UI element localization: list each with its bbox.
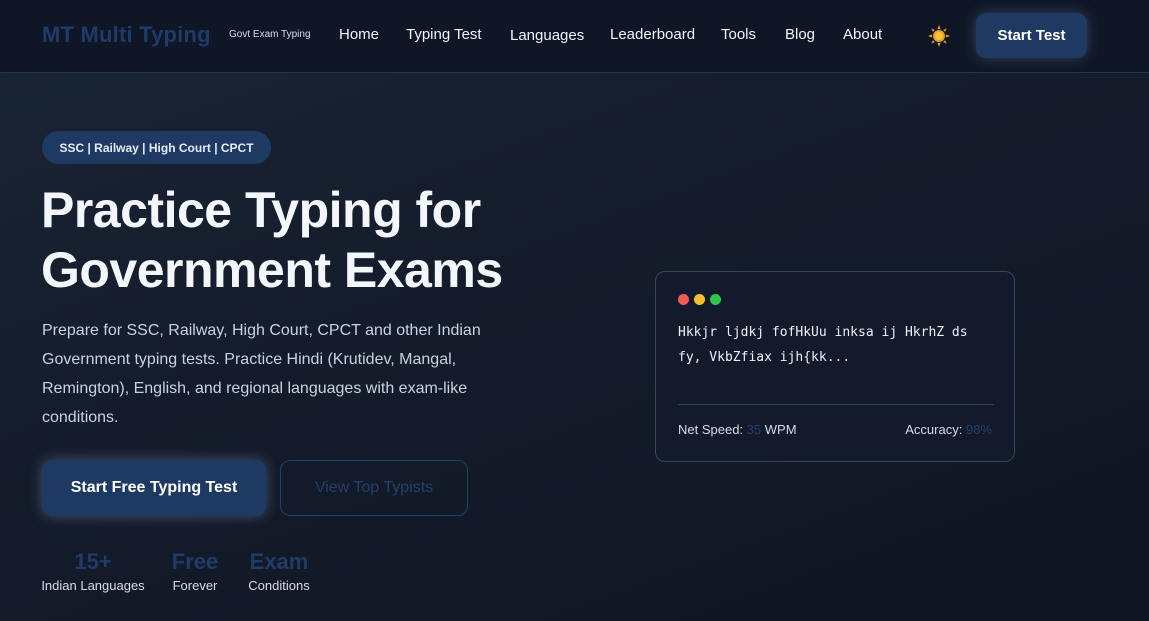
stat-label: Forever	[172, 578, 218, 593]
sun-icon[interactable]	[928, 25, 950, 47]
exam-badge: SSC | Railway | High Court | CPCT	[42, 131, 271, 164]
window-dot-red	[678, 294, 689, 305]
net-speed-label: Net Speed:	[678, 422, 744, 437]
hero-description: Prepare for SSC, Railway, High Court, CP…	[42, 322, 481, 426]
nav-link-about[interactable]: About	[843, 26, 882, 43]
nav-link-languages[interactable]: Languages	[510, 27, 584, 44]
hero-title: Practice Typing for Government Exams	[41, 180, 601, 300]
accuracy-stat: Accuracy: 98%	[905, 422, 992, 437]
nav-link-typing-test[interactable]: Typing Test	[406, 26, 482, 43]
hero-title-line-1: Practice Typing for	[41, 182, 481, 238]
window-dot-yellow	[694, 294, 705, 305]
stat-exam: Exam Conditions	[245, 548, 313, 593]
stat-label: Indian Languages	[41, 578, 145, 593]
typing-preview-card: Hkkjr ljdkj fofHkUu inksa ij HkrhZ ds fy…	[655, 271, 1015, 462]
stat-value: Exam	[249, 549, 309, 574]
net-speed-unit: WPM	[764, 422, 797, 437]
net-speed-stat: Net Speed: 35 WPM	[678, 422, 797, 437]
hero-title-line-2: Government Exams	[41, 242, 503, 298]
view-top-typists-button[interactable]: View Top Typists	[280, 460, 468, 516]
stat-languages: 15+ Indian Languages	[41, 548, 145, 593]
nav-link-blog[interactable]: Blog	[785, 26, 815, 43]
start-test-button[interactable]: Start Test	[976, 13, 1087, 58]
nav-link-tools[interactable]: Tools	[721, 26, 756, 43]
preview-typing-text: Hkkjr ljdkj fofHkUu inksa ij HkrhZ ds fy…	[678, 325, 968, 365]
stat-free: Free Forever	[165, 548, 225, 593]
stat-value: Free	[171, 549, 219, 574]
accuracy-label: Accuracy:	[905, 422, 963, 437]
stat-value: 15+	[74, 549, 112, 574]
start-free-test-button[interactable]: Start Free Typing Test	[42, 460, 266, 516]
site-logo[interactable]: MT Multi Typing	[42, 22, 211, 48]
stat-label: Conditions	[248, 578, 310, 593]
net-speed-value: 35	[746, 422, 762, 437]
logo-tagline: Govt Exam Typing	[229, 29, 311, 40]
window-dot-green	[710, 294, 721, 305]
preview-divider	[678, 404, 994, 405]
nav-link-leaderboard[interactable]: Leaderboard	[610, 26, 695, 43]
top-navbar: MT Multi Typing Govt Exam Typing Home Ty…	[0, 0, 1149, 73]
sun-icon-graphic	[928, 25, 950, 47]
nav-link-home[interactable]: Home	[339, 26, 379, 43]
accuracy-value: 98%	[965, 422, 992, 437]
